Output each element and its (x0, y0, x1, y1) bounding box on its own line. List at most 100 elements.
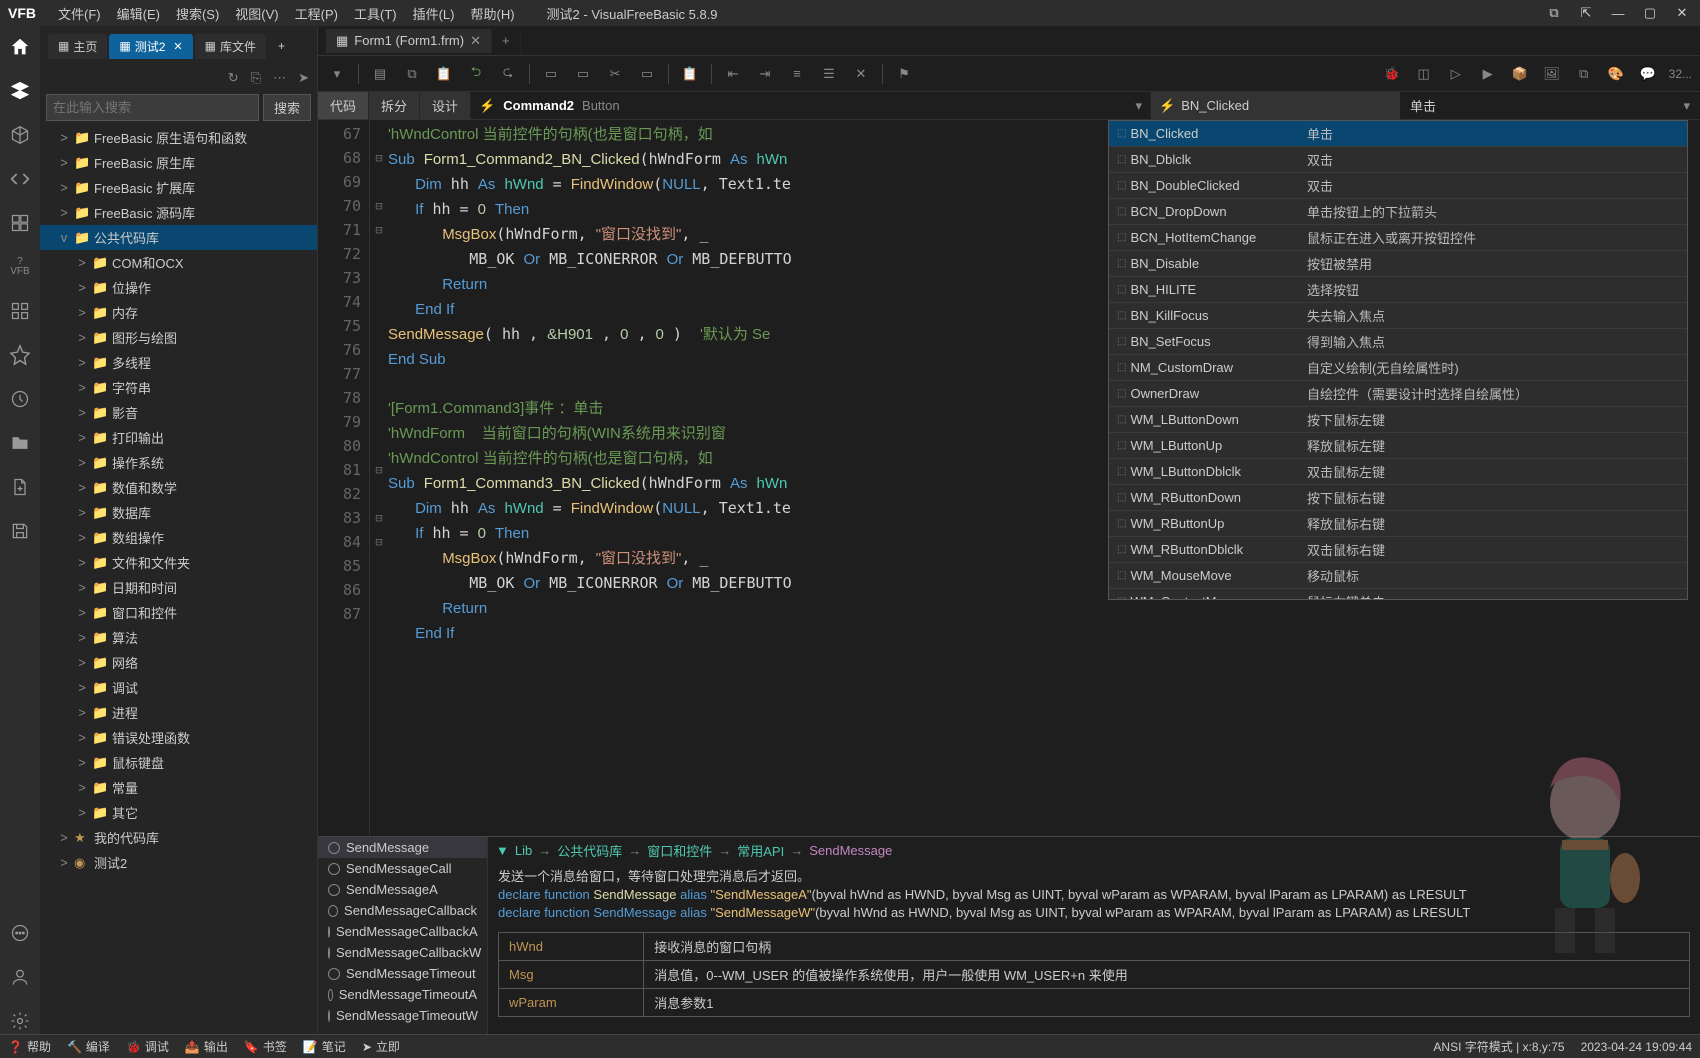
tool2-icon[interactable]: ▭ (572, 63, 594, 85)
tree-item[interactable]: >📁位操作 (40, 275, 317, 300)
redo-icon[interactable]: ⮎ (497, 63, 519, 85)
menu-item[interactable]: 工程(P) (287, 5, 346, 24)
indent-less-icon[interactable]: ⇤ (722, 63, 744, 85)
cross-icon[interactable]: ✕ (850, 63, 872, 85)
apps-icon[interactable] (7, 298, 33, 324)
event-dropdown-icon[interactable]: ▾ (1683, 98, 1690, 114)
tree-item[interactable]: >📁FreeBasic 源码库 (40, 200, 317, 225)
event-list-item[interactable]: ⬚WM_RButtonDown按下鼠标右键 (1109, 485, 1687, 511)
tree-item[interactable]: >📁窗口和控件 (40, 600, 317, 625)
tree-item[interactable]: >📁鼠标键盘 (40, 750, 317, 775)
tree-item[interactable]: >📁COM和OCX (40, 250, 317, 275)
breadcrumb-item[interactable]: 常用API (737, 841, 784, 860)
view-tab[interactable]: 拆分 (369, 92, 420, 119)
event-selector[interactable]: ⚡ BN_Clicked (1150, 92, 1400, 119)
menu-item[interactable]: 工具(T) (346, 5, 405, 24)
maximize-button[interactable]: ▢ (1640, 3, 1660, 23)
cube-icon[interactable] (7, 122, 33, 148)
add-file-tab[interactable]: + (492, 29, 521, 52)
doc-tab[interactable]: ▦主页 (48, 34, 107, 59)
tree-item[interactable]: >📁影音 (40, 400, 317, 425)
tree-item[interactable]: >★我的代码库 (40, 825, 317, 850)
breadcrumb-item[interactable]: 公共代码库 (557, 841, 622, 860)
pin-icon[interactable]: ⇱ (1576, 3, 1596, 23)
event-list-item[interactable]: ⬚BN_Dblclk双击 (1109, 147, 1687, 173)
result-item[interactable]: SendMessageA (318, 879, 487, 900)
menu-item[interactable]: 帮助(H) (462, 5, 522, 24)
comment-icon[interactable]: 💬 (1637, 63, 1659, 85)
save-icon[interactable]: ▤ (369, 63, 391, 85)
package-icon[interactable]: 📦 (1509, 63, 1531, 85)
clipboard-icon[interactable]: 📋 (679, 63, 701, 85)
pop-out-icon[interactable]: ⧉ (1544, 3, 1564, 23)
add-file-icon[interactable] (7, 474, 33, 500)
file-tab[interactable]: ▦Form1 (Form1.frm)✕ (326, 29, 492, 53)
tree-item[interactable]: >📁文件和文件夹 (40, 550, 317, 575)
tree-item[interactable]: >📁调试 (40, 675, 317, 700)
result-item[interactable]: SendMessage (318, 837, 487, 858)
code-icon[interactable] (7, 166, 33, 192)
tree-item[interactable]: >📁FreeBasic 扩展库 (40, 175, 317, 200)
close-button[interactable]: ✕ (1672, 3, 1692, 23)
tree-item[interactable]: >📁其它 (40, 800, 317, 825)
tree-item[interactable]: >📁FreeBasic 原生库 (40, 150, 317, 175)
tree-item[interactable]: >📁操作系统 (40, 450, 317, 475)
status-item[interactable]: ❓帮助 (8, 1038, 51, 1055)
event-list-item[interactable]: ⬚BN_HILITE选择按钮 (1109, 277, 1687, 303)
doc-tab[interactable]: ▦库文件 (195, 34, 266, 59)
search-result-list[interactable]: SendMessageSendMessageCallSendMessageA Se… (318, 837, 488, 1034)
image-icon[interactable]: 🖼 (1541, 63, 1563, 85)
tree-item[interactable]: >📁网络 (40, 650, 317, 675)
grid-icon[interactable] (7, 210, 33, 236)
chat-icon[interactable] (7, 920, 33, 946)
paste-icon[interactable]: 📋 (433, 63, 455, 85)
breadcrumb-item[interactable]: Lib (515, 843, 532, 858)
tree-item[interactable]: >📁数组操作 (40, 525, 317, 550)
breadcrumb-item[interactable]: SendMessage (809, 843, 892, 858)
palette-icon[interactable]: 🎨 (1605, 63, 1627, 85)
more-icon[interactable]: ⋯ (273, 70, 286, 86)
step-icon[interactable]: ▶ (1477, 63, 1499, 85)
save-icon[interactable] (7, 518, 33, 544)
event-list-item[interactable]: ⬚BN_Clicked单击 (1109, 121, 1687, 147)
tree-item[interactable]: >📁FreeBasic 原生语句和函数 (40, 125, 317, 150)
tool3-icon[interactable]: ▭ (636, 63, 658, 85)
code-library-tree[interactable]: >📁FreeBasic 原生语句和函数>📁FreeBasic 原生库>📁Free… (40, 125, 317, 1034)
add-tab-button[interactable]: + (268, 35, 295, 57)
star-icon[interactable] (7, 342, 33, 368)
send-icon[interactable]: ➤ (298, 70, 309, 86)
menu-item[interactable]: 文件(F) (50, 5, 109, 24)
user-icon[interactable] (7, 964, 33, 990)
view-tab[interactable]: 代码 (318, 92, 369, 119)
undo-icon[interactable]: ⮌ (465, 63, 487, 85)
status-item[interactable]: 🔖书签 (244, 1038, 287, 1055)
code-editor[interactable]: 6768697071727374757677787980818283848586… (318, 120, 1700, 836)
status-item[interactable]: 🔨编译 (67, 1038, 110, 1055)
chevron-down-icon[interactable]: ▾ (326, 63, 348, 85)
tree-item[interactable]: >📁打印输出 (40, 425, 317, 450)
result-item[interactable]: SendMessageCall (318, 858, 487, 879)
tree-item[interactable]: >◉测试2 (40, 850, 317, 875)
tree-item[interactable]: >📁字符串 (40, 375, 317, 400)
tree-item[interactable]: >📁数据库 (40, 500, 317, 525)
cube-icon[interactable]: ◫ (1413, 63, 1435, 85)
event-list-item[interactable]: ⬚WM_LButtonDown按下鼠标左键 (1109, 407, 1687, 433)
tree-item[interactable]: v📁公共代码库 (40, 225, 317, 250)
menu-item[interactable]: 插件(L) (405, 5, 463, 24)
copy-icon[interactable]: ⎘ (251, 70, 261, 86)
event-list-item[interactable]: ⬚WM_RButtonUp释放鼠标右键 (1109, 511, 1687, 537)
event-list-item[interactable]: ⬚BN_KillFocus失去输入焦点 (1109, 303, 1687, 329)
flag-icon[interactable]: ⚑ (893, 63, 915, 85)
settings-icon[interactable] (7, 1008, 33, 1034)
event-list-item[interactable]: ⬚WM_RButtonDblclk双击鼠标右键 (1109, 537, 1687, 563)
clock-icon[interactable] (7, 386, 33, 412)
minimize-button[interactable]: — (1608, 3, 1628, 23)
event-list-item[interactable]: ⬚OwnerDraw自绘控件（需要设计时选择自绘属性） (1109, 381, 1687, 407)
event-list-item[interactable]: ⬚BCN_HotItemChange鼠标正在进入或离开按钮控件 (1109, 225, 1687, 251)
result-item[interactable]: SendMessageTimeoutA (318, 984, 487, 1005)
tree-item[interactable]: >📁图形与绘图 (40, 325, 317, 350)
result-item[interactable]: SendMessageCallbackW (318, 942, 487, 963)
open-folder-icon[interactable] (7, 430, 33, 456)
status-item[interactable]: 🐞调试 (126, 1038, 169, 1055)
tree-item[interactable]: >📁多线程 (40, 350, 317, 375)
